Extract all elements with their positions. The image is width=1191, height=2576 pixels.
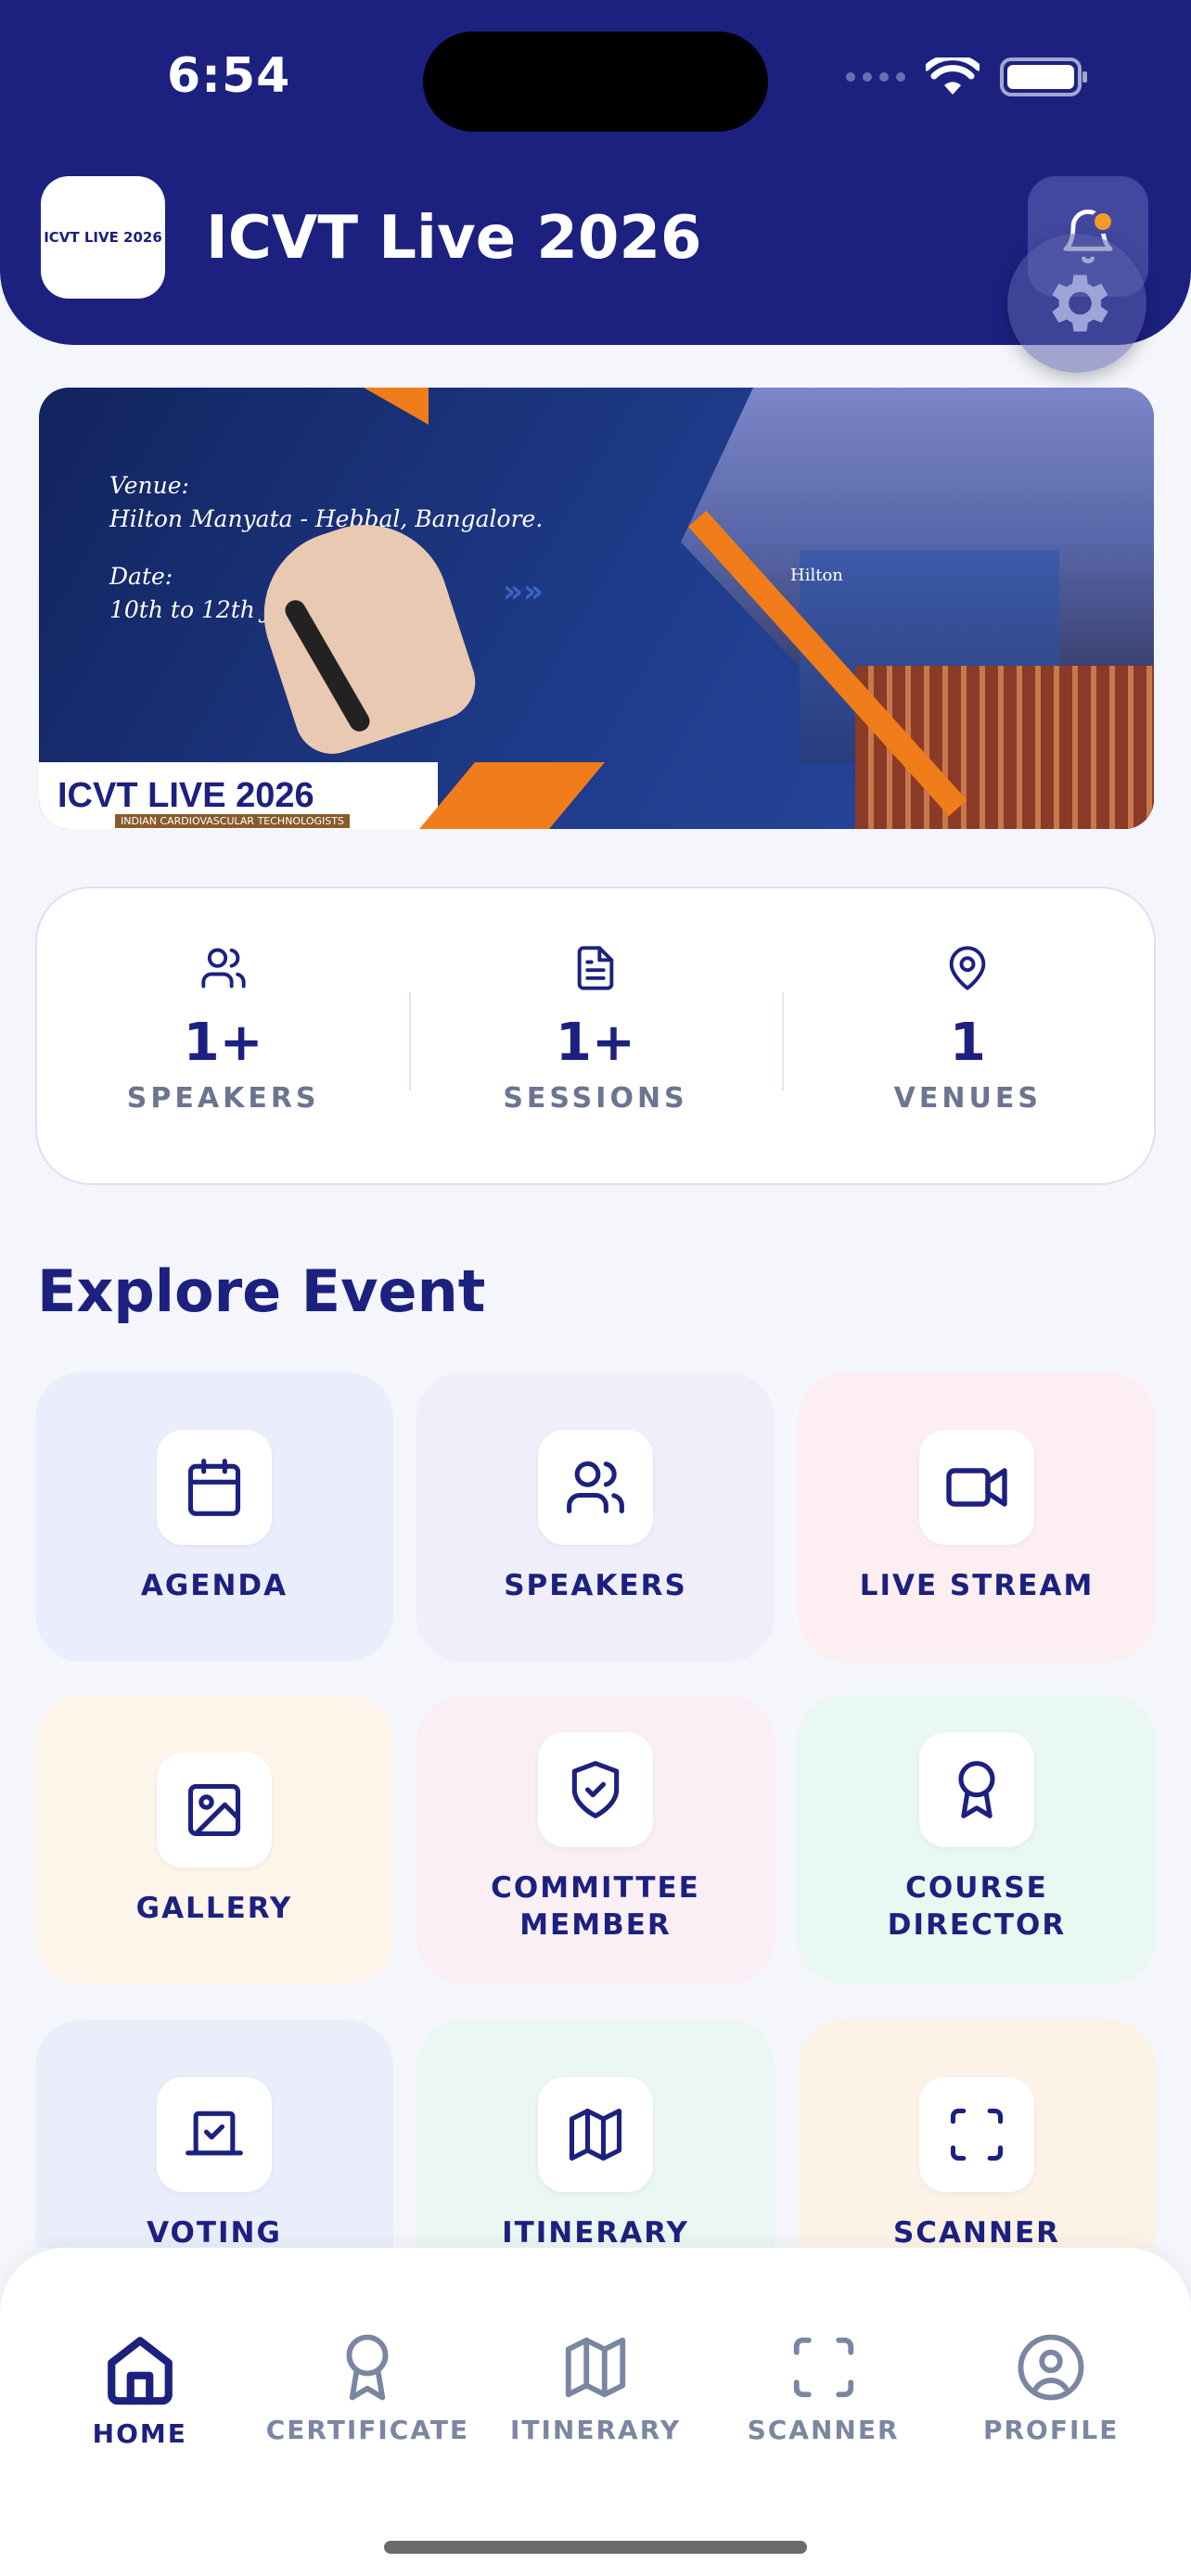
- venue-label: Venue:: [109, 472, 189, 499]
- tile-label: SPEAKERS: [504, 1569, 687, 1602]
- stat-value: 1+: [556, 1013, 635, 1073]
- map-icon: [565, 2337, 626, 2398]
- stat-sessions: 1+ SESSIONS: [409, 888, 781, 1183]
- hotel-sign: Hilton: [790, 566, 843, 585]
- profile-icon: [1018, 2334, 1084, 2401]
- stat-value: 1: [949, 1013, 986, 1073]
- tile-label: ITINERARY: [502, 2216, 689, 2248]
- award-icon: [958, 1761, 995, 1818]
- tile-agenda[interactable]: AGENDA: [35, 1372, 393, 1662]
- tile-icon-box: [919, 1430, 1034, 1545]
- dynamic-island: [423, 32, 768, 132]
- banner-logo-subtitle: INDIAN CARDIOVASCULAR TECHNOLOGISTS: [115, 814, 350, 828]
- voting-icon: [186, 2111, 243, 2156]
- stats-card: 1+ SPEAKERS 1+ SESSIONS 1 VENUES: [35, 886, 1156, 1185]
- nav-profile[interactable]: PROFILE: [937, 2331, 1165, 2449]
- app-logo[interactable]: ICVT LIVE 2026: [41, 176, 165, 299]
- notification-dot: [1091, 210, 1115, 234]
- map-icon: [569, 2108, 622, 2162]
- home-icon: [107, 2337, 173, 2405]
- shield-check-icon: [571, 1761, 620, 1818]
- tile-icon-box: [538, 2077, 653, 2192]
- users-icon: [201, 948, 246, 988]
- banner-orange-band: [419, 762, 605, 829]
- gear-icon: [1052, 274, 1108, 332]
- venue-value: Hilton Manyata - Hebbal, Bangalore.: [109, 505, 544, 532]
- tile-committee-member[interactable]: COMMITTEE MEMBER: [416, 1695, 775, 1984]
- tile-course-director[interactable]: COURSE DIRECTOR: [798, 1695, 1156, 1984]
- tile-icon-box: [538, 1732, 653, 1847]
- tile-gallery[interactable]: GALLERY: [35, 1695, 393, 1984]
- tile-icon-box: [157, 1430, 272, 1545]
- tile-speakers[interactable]: SPEAKERS: [416, 1372, 775, 1662]
- home-indicator[interactable]: [384, 2541, 807, 2554]
- nav-label: CERTIFICATE: [265, 2415, 470, 2445]
- app-logo-text: ICVT LIVE 2026: [44, 228, 162, 246]
- award-icon: [346, 2334, 389, 2401]
- nav-label: PROFILE: [982, 2415, 1120, 2445]
- bottom-navigation: HOME CERTIFICATE ITINERARY SCANNER PROFI…: [0, 2248, 1191, 2576]
- banner-decoration: [364, 388, 429, 425]
- nav-itinerary[interactable]: ITINERARY: [481, 2331, 710, 2449]
- tile-scanner[interactable]: SCANNER: [798, 2020, 1156, 2248]
- tile-icon-box: [157, 1753, 272, 1868]
- nav-label: HOME: [92, 2418, 187, 2449]
- tile-label: AGENDA: [140, 1569, 288, 1602]
- signal-icon: [846, 72, 905, 82]
- stat-label: VENUES: [893, 1082, 1042, 1115]
- tile-label: COURSE DIRECTOR: [887, 1871, 1067, 1942]
- stat-value: 1+: [183, 1013, 263, 1073]
- status-time: 6:54: [167, 48, 291, 104]
- event-banner[interactable]: Hilton »» Venue: Hilton Manyata - Hebbal…: [39, 388, 1154, 829]
- nav-home[interactable]: HOME: [26, 2331, 254, 2449]
- status-icons: [846, 57, 1089, 96]
- document-icon: [577, 946, 614, 990]
- scanner-icon: [950, 2108, 1004, 2162]
- tile-label: GALLERY: [135, 1892, 293, 1925]
- explore-grid: AGENDA SPEAKERS LIVE STREAM GALLERY COMM…: [35, 1372, 1156, 2248]
- nav-label: ITINERARY: [509, 2415, 681, 2445]
- tile-live-stream[interactable]: LIVE STREAM: [798, 1372, 1156, 1662]
- tile-icon-box: [157, 2077, 272, 2192]
- tile-voting[interactable]: VOTING: [35, 2020, 393, 2248]
- nav-scanner[interactable]: SCANNER: [710, 2331, 938, 2449]
- calendar-icon: [187, 1459, 241, 1516]
- tile-itinerary[interactable]: ITINERARY: [416, 2020, 775, 2248]
- tile-icon-box: [919, 2077, 1034, 2192]
- tile-label: VOTING: [147, 2216, 282, 2248]
- tile-icon-box: [538, 1430, 653, 1545]
- scanner-icon: [793, 2337, 853, 2398]
- users-icon: [567, 1460, 624, 1514]
- tile-label: LIVE STREAM: [859, 1569, 1095, 1602]
- stat-speakers: 1+ SPEAKERS: [37, 888, 409, 1183]
- settings-button[interactable]: [1007, 234, 1146, 373]
- map-pin-icon: [950, 946, 986, 990]
- tile-label: COMMITTEE MEMBER: [491, 1871, 700, 1942]
- nav-certificate[interactable]: CERTIFICATE: [254, 2331, 482, 2449]
- section-title: Explore Event: [37, 1257, 486, 1325]
- nav-label: SCANNER: [747, 2415, 900, 2445]
- stat-venues: 1 VENUES: [781, 888, 1154, 1183]
- battery-icon: [1000, 57, 1089, 96]
- video-icon: [946, 1468, 1007, 1507]
- tile-label: SCANNER: [892, 2216, 1060, 2248]
- banner-logo-title: ICVT LIVE 2026: [58, 775, 314, 815]
- stat-label: SPEAKERS: [126, 1082, 320, 1115]
- image-icon: [187, 1783, 241, 1837]
- tile-icon-box: [919, 1732, 1034, 1847]
- app-title: ICVT Live 2026: [206, 204, 702, 273]
- wifi-icon: [926, 57, 980, 96]
- stat-label: SESSIONS: [503, 1082, 688, 1115]
